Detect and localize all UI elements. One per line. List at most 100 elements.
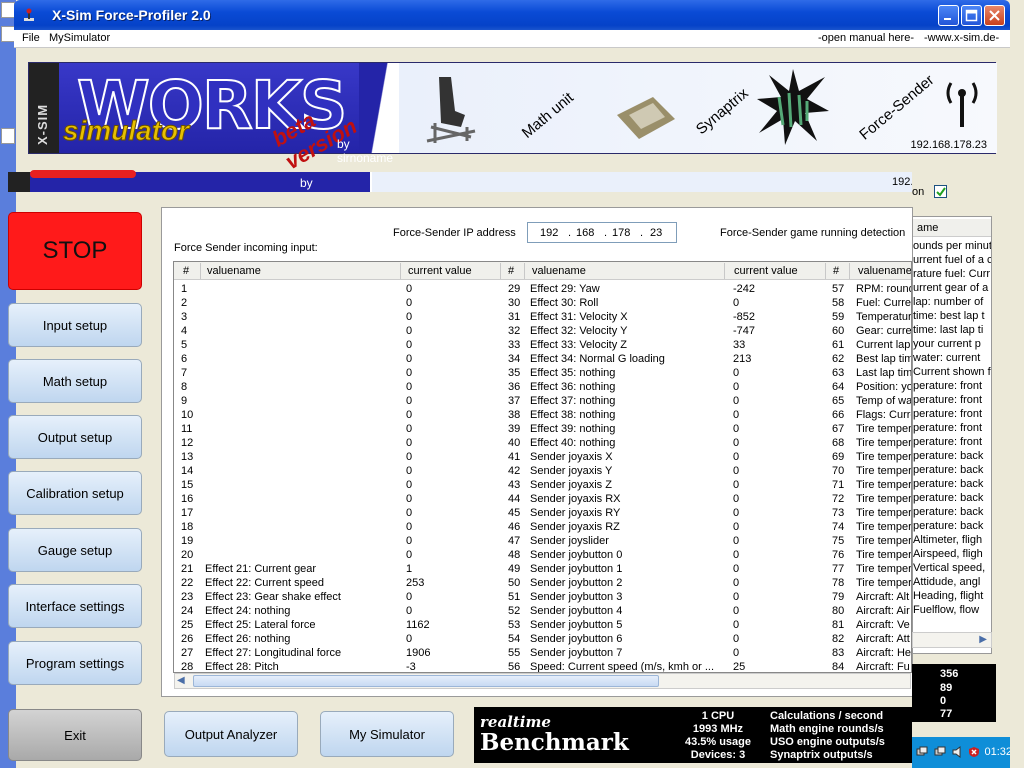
menu-mysimulator[interactable]: MySimulator (49, 32, 110, 44)
exit-button[interactable]: Exit (8, 709, 142, 761)
table-row[interactable]: 3 0 31 Effect 31: Velocity X -852 59 Temperatu… (174, 310, 911, 324)
gauge-setup-button[interactable]: Gauge setup (8, 528, 142, 572)
scroll-right-icon[interactable]: ▶ (979, 634, 987, 645)
table-cell: 35 (508, 367, 521, 379)
ghost-row: time: last lap ti (913, 324, 984, 336)
table-row[interactable]: 4 0 32 Effect 32: Velocity Y -747 60 Gear: cur… (174, 324, 911, 338)
output-setup-button[interactable]: Output setup (8, 415, 142, 459)
desktop-icon[interactable] (1, 26, 15, 42)
table-cell: 33 (508, 339, 521, 351)
volume-icon[interactable] (952, 746, 964, 758)
table-cell: Flags: Curre (856, 409, 912, 421)
calibration-setup-button[interactable]: Calibration setup (8, 471, 142, 515)
table-cell: Effect 39: nothing (530, 423, 616, 435)
module-synaptrix[interactable]: Synaptrix (693, 85, 752, 138)
table-cell: 0 (733, 591, 740, 603)
module-math-unit[interactable]: Math unit (519, 89, 577, 142)
table-row[interactable]: 21 Effect 21: Current gear 1 49 Sender joybu… (174, 562, 911, 576)
menu-file[interactable]: File (22, 32, 40, 44)
table-row[interactable]: 16 0 44 Sender joyaxis RX 0 72 Tire temper (174, 492, 911, 506)
table-cell: 12 (181, 437, 194, 449)
col-header-valuename[interactable]: valuename (532, 265, 586, 277)
desktop-icon[interactable] (1, 2, 15, 18)
ghost-row: perature: front (913, 394, 983, 406)
table-row[interactable]: 7 0 35 Effect 35: nothing 0 63 Last lap tim (174, 366, 912, 380)
close-button[interactable] (984, 5, 1005, 26)
col-header-index[interactable]: # (508, 265, 514, 277)
table-cell: -3 (406, 661, 416, 673)
col-header-current-value[interactable]: current value (408, 265, 472, 277)
table-cell: 77 (832, 563, 845, 575)
ghost-row: lap: number of (913, 296, 984, 308)
ghost-scrollbar[interactable]: ▶ (912, 632, 992, 648)
title-bar[interactable]: X-Sim Force-Profiler 2.0 (14, 0, 1010, 30)
table-row[interactable]: 2 0 30 Effect 30: Roll 0 58 Fuel: Curren (174, 296, 911, 310)
table-row[interactable]: 25 Effect 25: Lateral force 1162 53 Sender j… (174, 618, 911, 632)
table-cell: Effect 26: nothing (205, 633, 291, 645)
math-setup-button[interactable]: Math setup (8, 359, 142, 403)
table-row[interactable]: 13 0 41 Sender joyaxis X 0 69 Tire temper (174, 450, 911, 464)
col-header-index[interactable]: # (833, 265, 839, 277)
program-settings-button[interactable]: Program settings (8, 641, 142, 685)
table-cell: 69 (832, 451, 845, 463)
table-cell: 30 (508, 297, 521, 309)
banner-ip: 192.168.178.23 (910, 139, 987, 151)
network-icon[interactable] (934, 746, 946, 758)
table-cell: Current lap (856, 339, 911, 351)
table-row[interactable]: 24 Effect 24: nothing 0 52 Sender joybutton … (174, 604, 911, 618)
table-row[interactable]: 1 0 29 Effect 29: Yaw -242 57 RPM: round (174, 282, 911, 296)
table-cell: Last lap tim (856, 367, 912, 379)
table-row[interactable]: 12 0 40 Effect 40: nothing 0 68 Tire temper (174, 436, 911, 450)
table-row[interactable]: 19 0 47 Sender joyslider 0 75 Tire temper (174, 534, 911, 548)
scrollbar-thumb[interactable] (193, 675, 659, 687)
input-setup-button[interactable]: Input setup (8, 303, 142, 347)
table-row[interactable]: 9 0 37 Effect 37: nothing 0 65 Temp of wa (174, 394, 911, 408)
table-row[interactable]: 28 Effect 28: Pitch -3 56 Speed: Current spe… (174, 660, 911, 673)
table-row[interactable]: 27 Effect 27: Longitudinal force 1906 55 Sen… (174, 646, 911, 660)
detection-checkbox[interactable] (934, 185, 947, 198)
maximize-button[interactable] (961, 5, 982, 26)
ghost-row: Attidude, angl (913, 576, 981, 588)
table-row[interactable]: 11 0 39 Effect 39: nothing 0 67 Tire temper (174, 422, 911, 436)
table-row[interactable]: 6 0 34 Effect 34: Normal G loading 213 62 Best… (174, 352, 911, 366)
ghost-row: perature: back (913, 450, 984, 462)
ghost-row: perature: front (913, 380, 983, 392)
col-header-current-value[interactable]: current value (734, 265, 798, 277)
table-row[interactable]: 20 0 48 Sender joybutton 0 0 76 Tire temper (174, 548, 911, 562)
table-row[interactable]: 5 0 33 Effect 33: Velocity Z 33 61 Current lap (174, 338, 911, 352)
website-link[interactable]: -www.x-sim.de- (924, 32, 999, 44)
table-row[interactable]: 23 Effect 23: Gear shake effect 0 51 Sender … (174, 590, 911, 604)
col-header-index[interactable]: # (183, 265, 189, 277)
desktop-icon[interactable] (1, 128, 15, 144)
open-manual-link[interactable]: -open manual here- (818, 32, 914, 44)
ghost-row: Altimeter, fligh (913, 534, 983, 546)
col-header-valuename[interactable]: valuename (858, 265, 911, 277)
incoming-values-table[interactable]: # valuename current value # valuename cu… (173, 261, 912, 673)
table-row[interactable]: 17 0 45 Sender joyaxis RY 0 73 Tire temper (174, 506, 911, 520)
table-horizontal-scrollbar[interactable]: ◀ (174, 673, 911, 689)
scroll-left-icon[interactable]: ◀ (177, 675, 185, 686)
col-header-valuename[interactable]: valuename (207, 265, 261, 277)
table-cell: Aircraft: Att (856, 633, 910, 645)
table-cell: 55 (508, 647, 521, 659)
table-row[interactable]: 18 0 46 Sender joyaxis RZ 0 74 Tire temper (174, 520, 911, 534)
table-cell: Effect 34: Normal G loading (530, 353, 665, 365)
table-row[interactable]: 14 0 42 Sender joyaxis Y 0 70 Tire temper (174, 464, 911, 478)
my-simulator-button[interactable]: My Simulator (320, 711, 454, 757)
module-force-sender[interactable]: Force-Sender (856, 72, 937, 144)
table-row[interactable]: 15 0 43 Sender joyaxis Z 0 71 Tire temper (174, 478, 911, 492)
right-edge (1010, 0, 1024, 768)
table-cell: 0 (733, 507, 740, 519)
ghost-row: Fuelflow, flow (913, 604, 980, 616)
output-analyzer-button[interactable]: Output Analyzer (164, 711, 298, 757)
table-row[interactable]: 26 Effect 26: nothing 0 54 Sender joybutton … (174, 632, 911, 646)
table-row[interactable]: 8 0 36 Effect 36: nothing 0 64 Position: yo (174, 380, 911, 394)
minimize-button[interactable] (938, 5, 959, 26)
interface-settings-button[interactable]: Interface settings (8, 584, 142, 628)
network-icon[interactable] (916, 746, 928, 758)
table-row[interactable]: 10 0 38 Effect 38: nothing 0 66 Flags: Curre (174, 408, 912, 422)
security-shield-icon[interactable] (968, 746, 980, 758)
table-row[interactable]: 22 Effect 22: Current speed 253 50 Sender jo… (174, 576, 911, 590)
stop-button[interactable]: STOP (8, 212, 142, 290)
ip-address-field[interactable]: 192 . 168 . 178 . 23 (527, 222, 677, 243)
